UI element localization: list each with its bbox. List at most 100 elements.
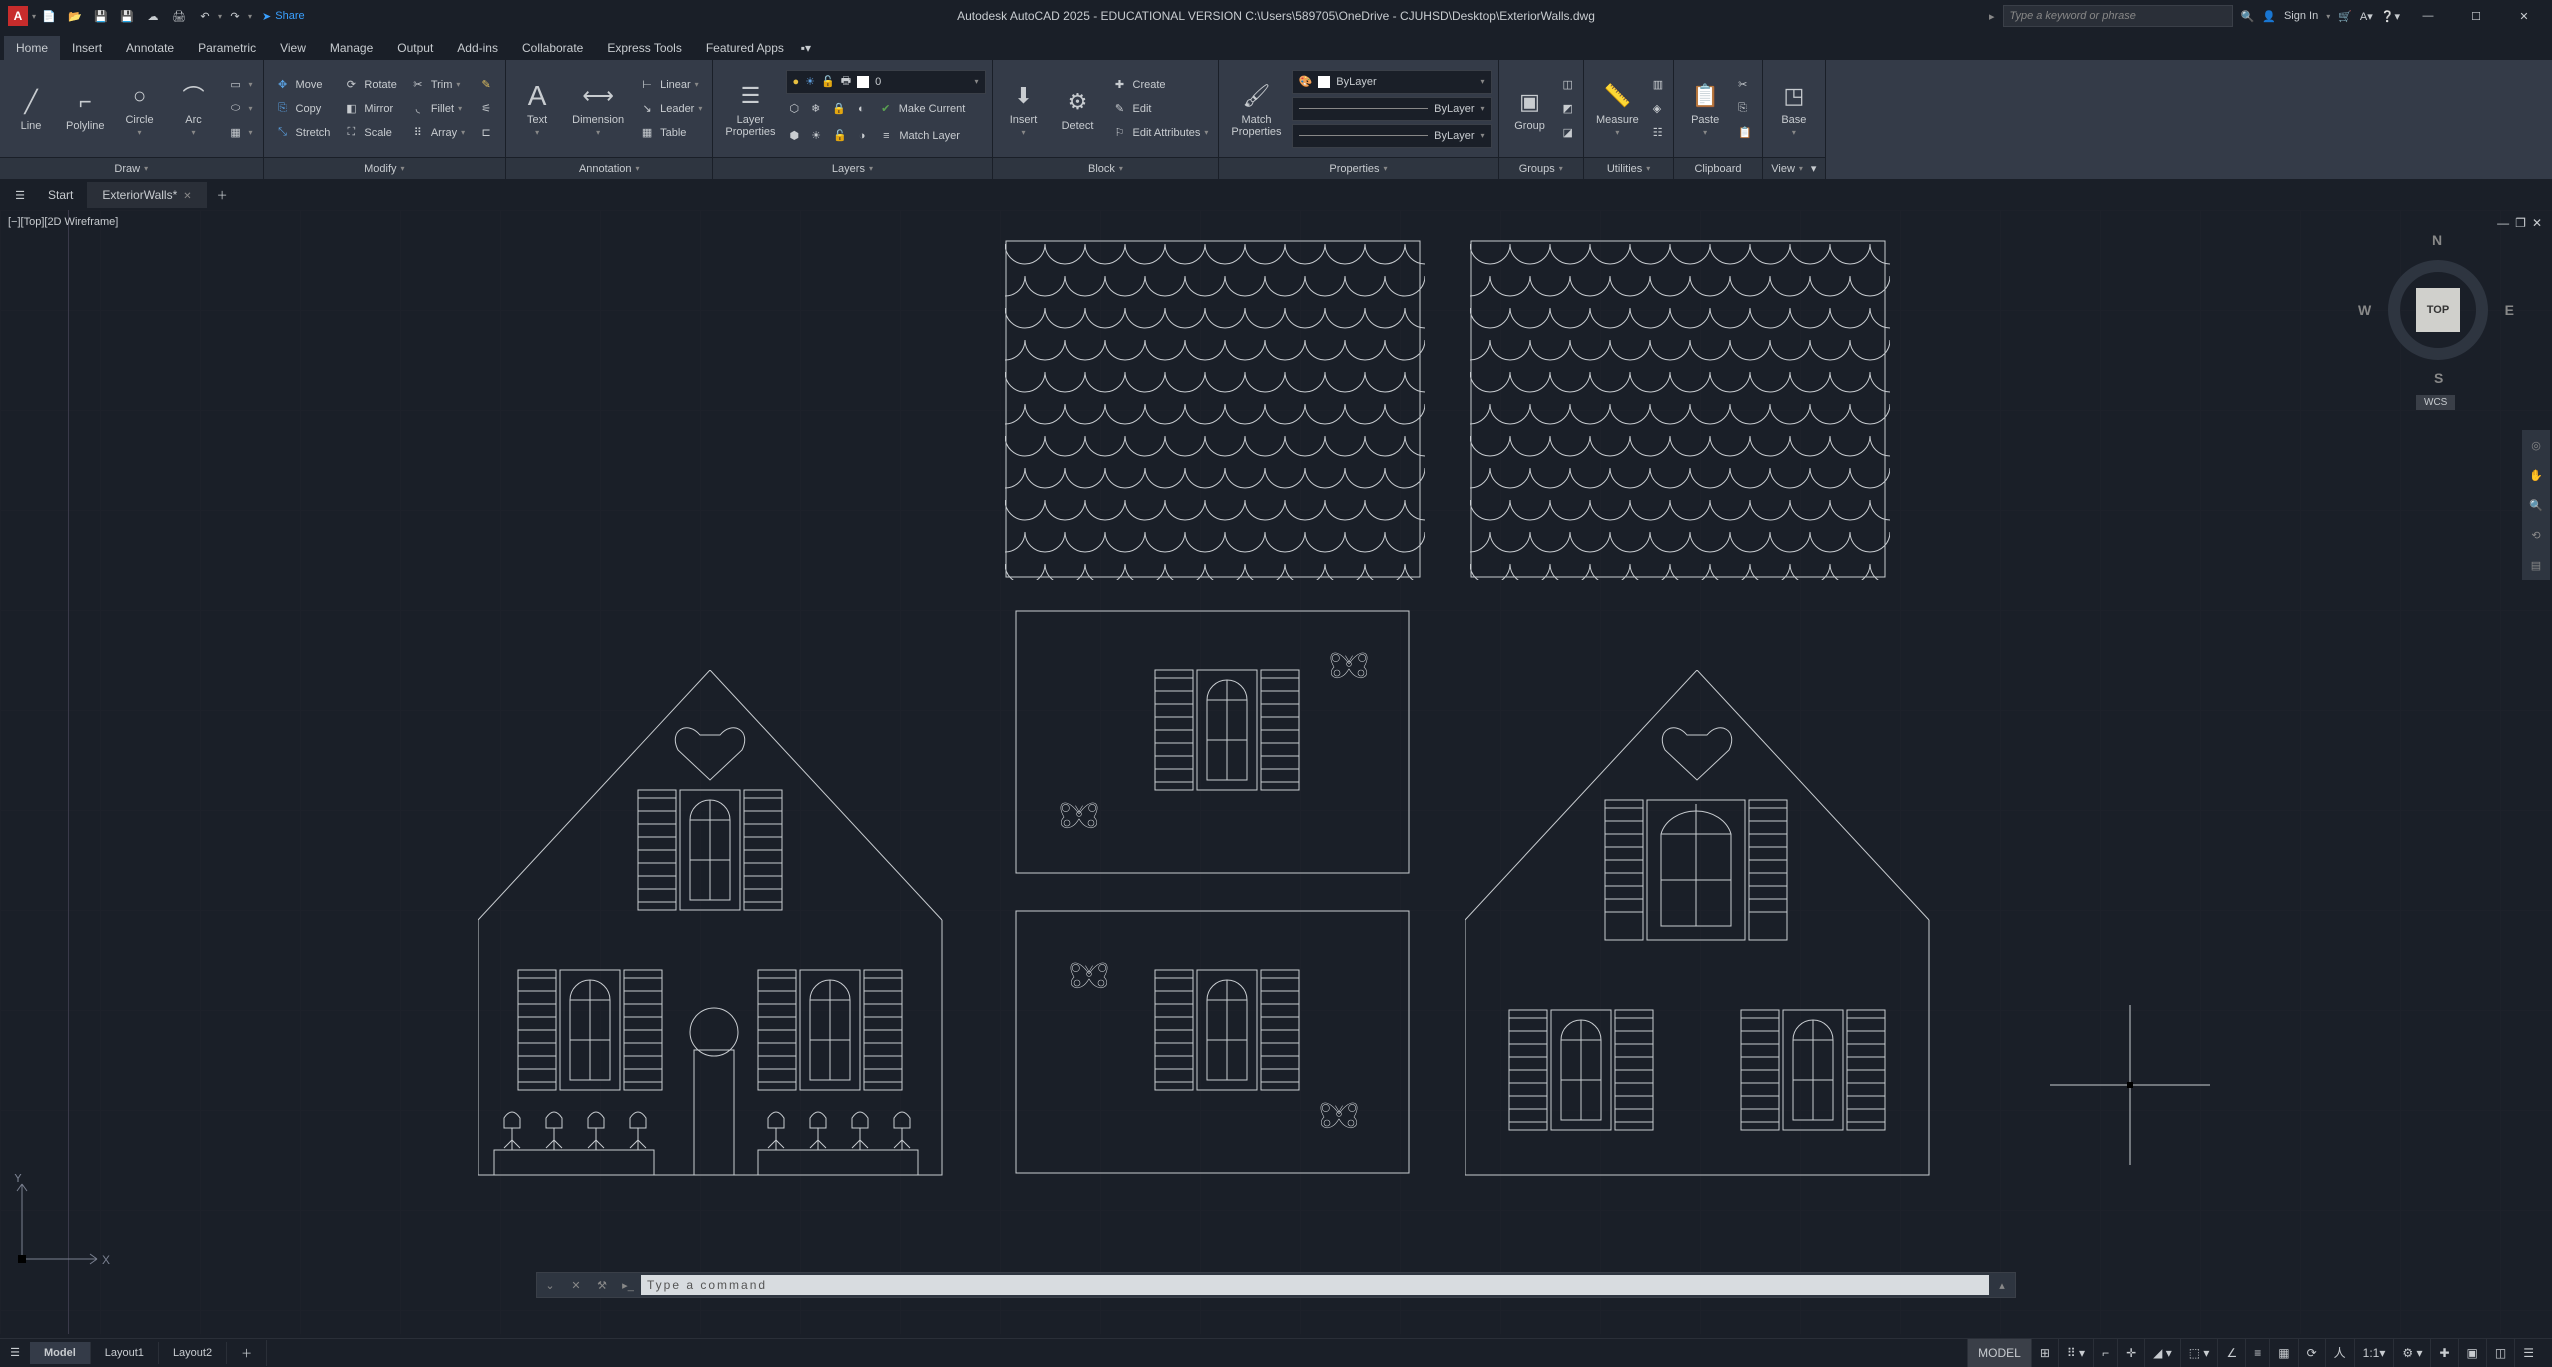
layer-dropdown[interactable]: ● ☀ 🔓 🖶 0 ▾ xyxy=(786,70,986,94)
status-lwt-icon[interactable]: ≡ xyxy=(2245,1339,2269,1367)
cut-button[interactable]: ✂ xyxy=(1734,73,1756,97)
status-trans-icon[interactable]: ▦ xyxy=(2269,1339,2297,1367)
nav-orbit-icon[interactable]: ⟲ xyxy=(2522,520,2550,550)
viewcube-s[interactable]: S xyxy=(2434,370,2443,386)
scale-button[interactable]: ⛶Scale xyxy=(338,121,400,145)
qat-web-icon[interactable]: ☁ xyxy=(140,3,166,29)
paste-special-button[interactable]: 📋 xyxy=(1734,121,1756,145)
hatch-button[interactable]: ▦▾ xyxy=(223,121,257,145)
tab-collaborate[interactable]: Collaborate xyxy=(510,36,595,60)
tab-start[interactable]: Start xyxy=(34,182,88,208)
ucs-icon[interactable]: X Y xyxy=(12,1174,112,1274)
tab-view[interactable]: View xyxy=(268,36,318,60)
viewcube[interactable]: TOP N S E W WCS xyxy=(2356,230,2516,410)
status-monitor-icon[interactable]: ▣ xyxy=(2458,1339,2486,1367)
copy-button[interactable]: ⎘Copy xyxy=(270,97,335,121)
dimension-button[interactable]: ⟷Dimension▾ xyxy=(566,76,630,141)
layer-lock-icon[interactable]: 🔒 xyxy=(828,97,850,121)
stretch-button[interactable]: ⤡Stretch xyxy=(270,121,335,145)
viewcube-n[interactable]: N xyxy=(2432,232,2442,248)
tab-manage[interactable]: Manage xyxy=(318,36,385,60)
panel-properties-footer[interactable]: Properties ▾ xyxy=(1219,157,1497,179)
nav-pan-icon[interactable]: ✋ xyxy=(2522,460,2550,490)
app-icon[interactable]: A xyxy=(8,6,28,26)
qat-undo-icon[interactable]: ↶ xyxy=(192,3,218,29)
rotate-button[interactable]: ⟳Rotate xyxy=(338,73,400,97)
share-button[interactable]: ➤ Share xyxy=(262,10,305,23)
rect-button[interactable]: ▭▾ xyxy=(223,73,257,97)
group-select-button[interactable]: ◪ xyxy=(1559,121,1577,145)
linear-button[interactable]: ⊢Linear ▾ xyxy=(634,73,706,97)
close-tab-icon[interactable]: ✕ xyxy=(183,191,191,202)
tab-model[interactable]: Model xyxy=(30,1342,91,1364)
status-snap-icon[interactable]: ⠿ ▾ xyxy=(2058,1339,2093,1367)
filetabs-menu-icon[interactable]: ☰ xyxy=(6,189,34,202)
panel-layers-footer[interactable]: Layers ▾ xyxy=(713,157,991,179)
close-button[interactable]: ✕ xyxy=(2504,4,2544,28)
status-cycle-icon[interactable]: ⟳ xyxy=(2298,1339,2325,1367)
move-button[interactable]: ✥Move xyxy=(270,73,335,97)
group-button[interactable]: ▣Group xyxy=(1505,82,1555,136)
tab-insert[interactable]: Insert xyxy=(60,36,114,60)
drawing-area[interactable]: [−][Top][2D Wireframe] — ❐ ✕ xyxy=(0,210,2552,1334)
nav-showmotion-icon[interactable]: ▤ xyxy=(2522,550,2550,580)
measure-button[interactable]: 📏Measure▾ xyxy=(1590,76,1645,141)
edit-attributes-button[interactable]: ⚐Edit Attributes ▾ xyxy=(1107,121,1213,145)
status-ortho-icon[interactable]: ⌐ xyxy=(2093,1339,2117,1367)
insert-button[interactable]: ⬇Insert▾ xyxy=(999,76,1049,141)
layer-freeze-icon[interactable]: ❄ xyxy=(807,97,824,121)
status-model[interactable]: MODEL xyxy=(1967,1339,2031,1367)
group-edit-button[interactable]: ◩ xyxy=(1559,97,1577,121)
tab-exteriorwalls[interactable]: ExteriorWalls*✕ xyxy=(88,182,206,208)
util-1-button[interactable]: ▥ xyxy=(1649,73,1667,97)
offset-button[interactable]: ⊏ xyxy=(473,121,499,145)
viewcube-w[interactable]: W xyxy=(2358,302,2371,318)
status-gear-icon[interactable]: ⚙ ▾ xyxy=(2393,1339,2430,1367)
util-2-button[interactable]: ◈ xyxy=(1649,97,1667,121)
command-input[interactable]: Type a command xyxy=(641,1275,1989,1295)
redo-dd-icon[interactable]: ▾ xyxy=(248,12,252,21)
layer-properties-button[interactable]: ☰Layer Properties xyxy=(719,76,781,142)
new-tab-button[interactable]: ＋ xyxy=(207,181,238,209)
paste-button[interactable]: 📋Paste▾ xyxy=(1680,76,1730,141)
text-button[interactable]: AText▾ xyxy=(512,76,562,141)
status-otrack-icon[interactable]: ∠ xyxy=(2217,1339,2245,1367)
qat-save-icon[interactable]: 💾 xyxy=(88,3,114,29)
match-layer-button[interactable]: ≡Match Layer xyxy=(873,124,964,148)
tab-featuredapps[interactable]: Featured Apps xyxy=(694,36,796,60)
edit-block-button[interactable]: ✎Edit xyxy=(1107,97,1213,121)
panel-view-footer[interactable]: View ▾ ▾ xyxy=(1763,157,1825,179)
layer-iso-icon[interactable]: ◐ xyxy=(854,97,869,121)
lineweight-dropdown[interactable]: ByLayer▾ xyxy=(1292,97,1492,121)
panel-annotation-footer[interactable]: Annotation ▾ xyxy=(506,157,712,179)
ungroup-button[interactable]: ◫ xyxy=(1559,73,1577,97)
tab-layout1[interactable]: Layout1 xyxy=(91,1342,159,1364)
status-ws-icon[interactable]: ✚ xyxy=(2430,1339,2457,1367)
make-current-button[interactable]: ✔Make Current xyxy=(873,97,970,121)
panel-utilities-footer[interactable]: Utilities ▾ xyxy=(1584,157,1673,179)
tab-expresstools[interactable]: Express Tools xyxy=(595,36,693,60)
panel-clipboard-footer[interactable]: Clipboard xyxy=(1674,157,1762,179)
status-iso-icon[interactable]: ◢ ▾ xyxy=(2144,1339,2180,1367)
maximize-button[interactable]: ☐ xyxy=(2456,4,2496,28)
linetype-dropdown[interactable]: ByLayer▾ xyxy=(1292,124,1492,148)
cmd-close-icon[interactable]: ✕ xyxy=(563,1279,589,1292)
search-icon[interactable]: 🔍 xyxy=(2241,10,2255,23)
create-block-button[interactable]: ✚Create xyxy=(1107,73,1213,97)
qat-saveas-icon[interactable]: 💾 xyxy=(114,3,140,29)
panel-groups-footer[interactable]: Groups ▾ xyxy=(1499,157,1583,179)
add-layout-button[interactable]: ＋ xyxy=(227,1340,267,1366)
minimize-button[interactable]: — xyxy=(2408,4,2448,28)
tab-parametric[interactable]: Parametric xyxy=(186,36,268,60)
match-properties-button[interactable]: 🖌Match Properties xyxy=(1225,76,1287,142)
qat-open-icon[interactable]: 📂 xyxy=(62,3,88,29)
layer-unlock-icon[interactable]: 🔓 xyxy=(829,124,851,148)
cart-icon[interactable]: 🛒 xyxy=(2338,10,2352,23)
explode-button[interactable]: ⚟ xyxy=(473,97,499,121)
panel-modify-footer[interactable]: Modify ▾ xyxy=(264,157,506,179)
nav-wheel-icon[interactable]: ◎ xyxy=(2522,430,2550,460)
cmd-customize-icon[interactable]: ⚒ xyxy=(589,1279,615,1292)
tab-home[interactable]: Home xyxy=(4,36,60,60)
status-clean-icon[interactable]: ◫ xyxy=(2486,1339,2514,1367)
panel-draw-footer[interactable]: Draw ▾ xyxy=(0,157,263,179)
